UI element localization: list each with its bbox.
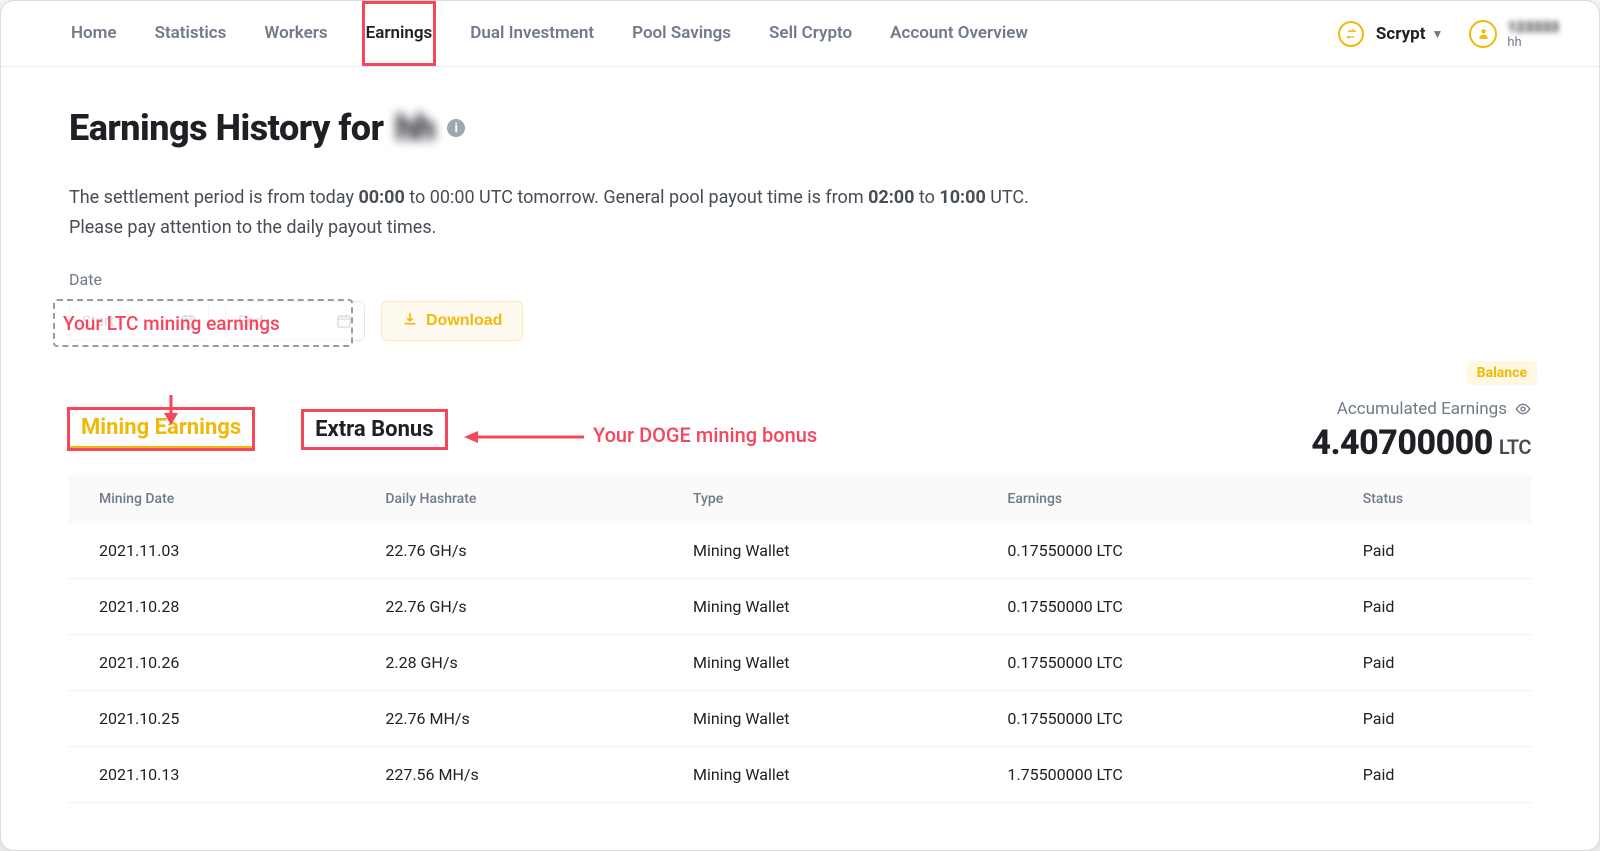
- nav-item-account-overview[interactable]: Account Overview: [888, 3, 1030, 64]
- nav-item-pool-savings[interactable]: Pool Savings: [630, 3, 733, 64]
- account-name-masked: 123333: [1507, 18, 1559, 36]
- nav-item-home[interactable]: Home: [69, 3, 119, 64]
- swap-icon: [1338, 21, 1364, 47]
- cell-type: Mining Wallet: [669, 747, 983, 803]
- eye-icon[interactable]: [1515, 401, 1531, 417]
- accumulated-earnings: Accumulated Earnings 4.40700000LTC: [1311, 399, 1531, 463]
- account-sub: hh: [1507, 36, 1559, 49]
- table-row: 2021.10.13227.56 MH/sMining Wallet1.7550…: [69, 747, 1531, 803]
- table-row: 2021.10.262.28 GH/sMining Wallet0.175500…: [69, 635, 1531, 691]
- cell-hash: 227.56 MH/s: [361, 747, 669, 803]
- annotation-doge-bonus: Your DOGE mining bonus: [593, 423, 817, 447]
- cell-status: Paid: [1339, 635, 1531, 691]
- cell-hash: 22.76 MH/s: [361, 691, 669, 747]
- info-icon[interactable]: i: [447, 119, 465, 137]
- cell-earn: 1.75500000 LTC: [983, 747, 1338, 803]
- cell-status: Paid: [1339, 691, 1531, 747]
- chevron-down-icon: ▼: [1431, 27, 1443, 41]
- cell-hash: 22.76 GH/s: [361, 523, 669, 579]
- page-title-prefix: Earnings History for: [69, 107, 384, 149]
- cell-status: Paid: [1339, 747, 1531, 803]
- cell-date: 2021.10.13: [69, 747, 361, 803]
- cell-earn: 0.17550000 LTC: [983, 579, 1338, 635]
- nav-item-dual-investment[interactable]: Dual Investment: [468, 3, 596, 64]
- cell-date: 2021.10.26: [69, 635, 361, 691]
- accumulated-value: 4.40700000: [1311, 423, 1493, 463]
- cell-earn: 0.17550000 LTC: [983, 691, 1338, 747]
- table-row: 2021.10.2822.76 GH/sMining Wallet0.17550…: [69, 579, 1531, 635]
- annotation-arrow-down-icon: [161, 395, 181, 431]
- download-label: Download: [426, 312, 502, 330]
- settlement-note: The settlement period is from today 00:0…: [69, 183, 1269, 242]
- table-header-row: Mining DateDaily HashrateTypeEarningsSta…: [69, 475, 1531, 523]
- accumulated-label: Accumulated Earnings: [1337, 399, 1507, 419]
- annotation-ltc-earnings: Your LTC mining earnings: [53, 299, 353, 347]
- column-header: Earnings: [983, 475, 1338, 523]
- cell-hash: 2.28 GH/s: [361, 635, 669, 691]
- column-header: Type: [669, 475, 983, 523]
- cell-type: Mining Wallet: [669, 523, 983, 579]
- top-nav: Home Statistics Workers Earnings Dual Invest…: [1, 1, 1599, 67]
- algorithm-selector[interactable]: Scrypt ▼: [1338, 21, 1443, 47]
- table-row: 2021.11.0322.76 GH/sMining Wallet0.17550…: [69, 523, 1531, 579]
- nav-items: Home Statistics Workers Earnings Dual Invest…: [69, 3, 1030, 64]
- download-icon: [402, 311, 418, 332]
- earnings-table: Mining DateDaily HashrateTypeEarningsSta…: [69, 475, 1531, 803]
- column-header: Status: [1339, 475, 1531, 523]
- cell-date: 2021.10.25: [69, 691, 361, 747]
- nav-item-statistics[interactable]: Statistics: [153, 3, 229, 64]
- cell-date: 2021.11.03: [69, 523, 361, 579]
- cell-hash: 22.76 GH/s: [361, 579, 669, 635]
- nav-item-workers[interactable]: Workers: [262, 3, 329, 64]
- cell-earn: 0.17550000 LTC: [983, 635, 1338, 691]
- annotation-arrow-left-icon: [464, 427, 584, 447]
- table-body: 2021.11.0322.76 GH/sMining Wallet0.17550…: [69, 523, 1531, 803]
- cell-type: Mining Wallet: [669, 579, 983, 635]
- download-button[interactable]: Download: [381, 301, 523, 341]
- cell-type: Mining Wallet: [669, 691, 983, 747]
- date-row: Start End Download Your LTC mining earni…: [69, 301, 1531, 341]
- nav-item-sell-crypto[interactable]: Sell Crypto: [767, 3, 854, 64]
- page-title: Earnings History for hh i: [69, 107, 1531, 149]
- algorithm-label: Scrypt: [1376, 24, 1426, 44]
- date-label: Date: [69, 270, 1531, 289]
- user-icon: [1469, 20, 1497, 48]
- cell-earn: 0.17550000 LTC: [983, 523, 1338, 579]
- tab-extra-bonus[interactable]: Extra Bonus: [303, 411, 445, 448]
- table-row: 2021.10.2522.76 MH/sMining Wallet0.17550…: [69, 691, 1531, 747]
- balance-badge[interactable]: Balance: [1467, 361, 1537, 385]
- cell-status: Paid: [1339, 523, 1531, 579]
- account-switcher[interactable]: 123333 hh: [1469, 18, 1559, 49]
- accumulated-unit: LTC: [1499, 435, 1531, 459]
- cell-type: Mining Wallet: [669, 635, 983, 691]
- column-header: Daily Hashrate: [361, 475, 669, 523]
- page-title-account: hh: [396, 107, 435, 149]
- cell-status: Paid: [1339, 579, 1531, 635]
- nav-item-earnings[interactable]: Earnings: [364, 3, 435, 64]
- cell-date: 2021.10.28: [69, 579, 361, 635]
- column-header: Mining Date: [69, 475, 361, 523]
